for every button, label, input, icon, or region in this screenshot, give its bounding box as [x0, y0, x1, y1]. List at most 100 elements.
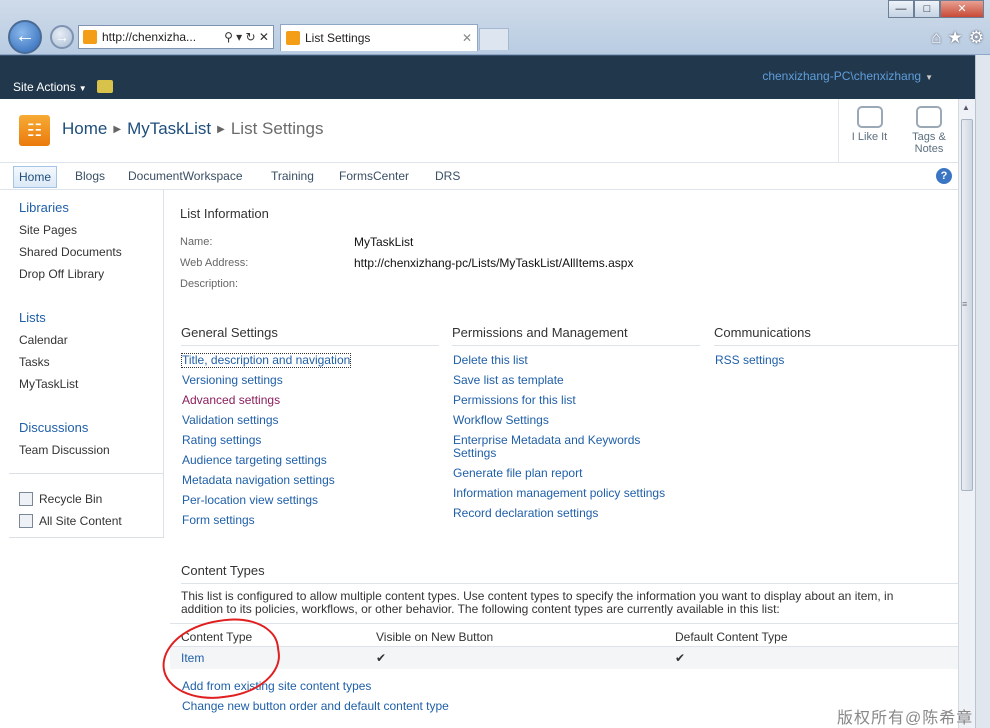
- link-rating-settings[interactable]: Rating settings: [182, 434, 261, 447]
- nav-item-tasks[interactable]: Tasks: [19, 355, 50, 369]
- nav-item-mytasklist[interactable]: MyTaskList: [19, 377, 78, 391]
- breadcrumb: Home ▶ MyTaskList ▶ List Settings: [62, 119, 323, 139]
- general-settings-heading: General Settings: [181, 325, 439, 346]
- link-advanced-settings[interactable]: Advanced settings: [182, 394, 280, 407]
- list-info-heading: List Information: [180, 206, 269, 221]
- scroll-up-icon[interactable]: ▲: [962, 103, 970, 112]
- link-versioning-settings[interactable]: Versioning settings: [182, 374, 283, 387]
- link-workflow-settings[interactable]: Workflow Settings: [453, 414, 549, 427]
- all-site-content-icon: [19, 514, 33, 528]
- back-button[interactable]: ←: [8, 20, 42, 54]
- web-address-value: http://chenxizhang-pc/Lists/MyTaskList/A…: [354, 256, 634, 270]
- chevron-right-icon: ▶: [113, 124, 122, 135]
- user-name: chenxizhang-PC\chenxizhang: [762, 69, 922, 83]
- nav-head-discussions[interactable]: Discussions: [19, 420, 88, 435]
- chevron-down-icon: ▼: [925, 73, 933, 82]
- address-bar[interactable]: http://chenxizha... ⚲ ▾ ↻ ✕: [78, 25, 274, 49]
- topnav-blogs[interactable]: Blogs: [70, 166, 110, 188]
- scroll-grip-icon: ≡: [962, 299, 968, 309]
- tab-title: List Settings: [305, 31, 371, 45]
- like-tag-icon: [856, 106, 883, 128]
- link-metadata-navigation[interactable]: Metadata navigation settings: [182, 474, 335, 487]
- breadcrumb-list[interactable]: MyTaskList: [127, 119, 211, 138]
- link-validation-settings[interactable]: Validation settings: [182, 414, 279, 427]
- browser-scrollbar[interactable]: [975, 55, 990, 728]
- tags-notes-button[interactable]: Tags & Notes: [898, 99, 960, 163]
- nav-item-shared-documents[interactable]: Shared Documents: [19, 245, 122, 259]
- table-row: Item ✔ ✔: [170, 647, 958, 669]
- navigate-up-icon[interactable]: [97, 80, 113, 93]
- address-text: http://chenxizha...: [102, 30, 197, 44]
- link-change-button-order[interactable]: Change new button order and default cont…: [182, 700, 449, 713]
- maximize-button[interactable]: □: [914, 0, 940, 18]
- minimize-button[interactable]: —: [888, 0, 914, 18]
- home-icon[interactable]: ⌂: [931, 28, 941, 48]
- link-per-location-view[interactable]: Per-location view settings: [182, 494, 318, 507]
- gear-icon[interactable]: ⚙: [969, 28, 984, 48]
- topnav-documentworkspace[interactable]: DocumentWorkspace: [123, 166, 248, 188]
- link-rss-settings[interactable]: RSS settings: [715, 354, 784, 367]
- link-audience-targeting[interactable]: Audience targeting settings: [182, 454, 327, 467]
- link-delete-list[interactable]: Delete this list: [453, 354, 528, 367]
- i-like-it-button[interactable]: I Like It: [838, 99, 900, 163]
- topnav-formscenter[interactable]: FormsCenter: [334, 166, 414, 188]
- nav-head-libraries[interactable]: Libraries: [19, 200, 69, 215]
- nav-divider: [9, 473, 163, 474]
- description-label: Description:: [180, 278, 239, 290]
- chevron-right-icon: ▶: [217, 124, 225, 135]
- site-logo-icon[interactable]: ☷: [19, 115, 50, 146]
- nav-item-drop-off-library[interactable]: Drop Off Library: [19, 267, 104, 281]
- table-header: Content Type Visible on New Button Defau…: [170, 623, 958, 647]
- window-controls: — □ ✕: [888, 0, 984, 18]
- col-visible-new-button: Visible on New Button: [376, 630, 494, 644]
- topnav-training[interactable]: Training: [266, 166, 319, 188]
- link-information-policy[interactable]: Information management policy settings: [453, 487, 665, 500]
- nav-item-recycle-bin[interactable]: Recycle Bin: [19, 492, 102, 506]
- all-site-content-label: All Site Content: [39, 514, 122, 528]
- tab-favicon-icon: [286, 31, 300, 45]
- content-types-desc-line-2: addition to its policies, workflows, or …: [181, 602, 780, 616]
- like-label: I Like It: [851, 131, 888, 143]
- forward-button[interactable]: →: [50, 25, 74, 49]
- topnav-home[interactable]: Home: [13, 166, 58, 188]
- communications-heading: Communications: [714, 325, 958, 346]
- nav-item-team-discussion[interactable]: Team Discussion: [19, 443, 110, 457]
- link-permissions[interactable]: Permissions for this list: [453, 394, 576, 407]
- nav-item-site-pages[interactable]: Site Pages: [19, 223, 77, 237]
- main-content: List Information Name: MyTaskList Web Ad…: [164, 190, 958, 728]
- close-window-button[interactable]: ✕: [940, 0, 984, 18]
- page-scrollbar[interactable]: ▲ ≡: [958, 99, 975, 728]
- star-icon[interactable]: ★: [948, 28, 963, 48]
- recycle-bin-icon: [19, 492, 33, 506]
- browser-tab[interactable]: List Settings ✕: [280, 24, 478, 51]
- watermark: 版权所有@陈希章: [837, 710, 974, 727]
- content-types-description: This list is configured to allow multipl…: [181, 590, 959, 616]
- breadcrumb-home[interactable]: Home: [62, 119, 107, 138]
- link-save-as-template[interactable]: Save list as template: [453, 374, 564, 387]
- tags-notes-icon: [916, 106, 942, 128]
- link-record-declaration[interactable]: Record declaration settings: [453, 507, 598, 520]
- link-file-plan-report[interactable]: Generate file plan report: [453, 467, 582, 480]
- link-title-description-navigation[interactable]: Title, description and navigation: [180, 353, 352, 368]
- page-title: List Settings: [230, 119, 324, 138]
- title-area: ☷ Home ▶ MyTaskList ▶ List Settings I Like I…: [0, 99, 960, 163]
- site-actions-menu[interactable]: Site Actions ▼: [13, 80, 87, 94]
- permissions-heading: Permissions and Management: [452, 325, 700, 346]
- tags-label-1: Tags &: [912, 131, 946, 143]
- browser-chrome: — □ ✕ ← → http://chenxizha... ⚲ ▾ ↻ ✕ Li…: [0, 0, 990, 55]
- tags-label-2: Notes: [914, 143, 944, 155]
- new-tab-button[interactable]: [479, 28, 509, 50]
- content-types-heading: Content Types: [181, 563, 958, 584]
- link-form-settings[interactable]: Form settings: [182, 514, 255, 527]
- topnav-drs[interactable]: DRS: [430, 166, 465, 188]
- link-enterprise-metadata-settings[interactable]: Settings: [453, 447, 496, 460]
- nav-item-all-site-content[interactable]: All Site Content: [19, 514, 122, 528]
- nav-item-calendar[interactable]: Calendar: [19, 333, 68, 347]
- address-tools[interactable]: ⚲ ▾ ↻ ✕: [224, 30, 269, 44]
- close-tab-icon[interactable]: ✕: [462, 31, 472, 45]
- nav-head-lists[interactable]: Lists: [19, 310, 46, 325]
- chevron-down-icon: ▼: [78, 84, 87, 93]
- web-address-label: Web Address:: [180, 257, 249, 269]
- help-icon[interactable]: ?: [936, 168, 952, 184]
- user-menu[interactable]: chenxizhang-PC\chenxizhang ▼: [762, 69, 933, 83]
